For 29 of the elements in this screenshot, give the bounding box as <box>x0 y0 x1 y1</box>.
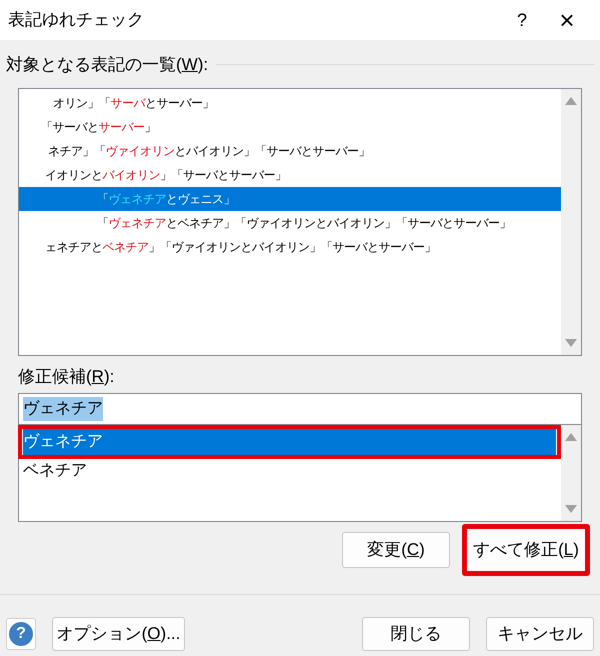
footer-button[interactable]: オプション(O)... <box>52 617 185 651</box>
help-button[interactable]: ? <box>6 618 36 650</box>
footer-button[interactable]: キャンセル <box>486 617 594 651</box>
notation-list[interactable]: オリン」「サーバとサーバー」 「サーバと サーバー」 ネチア」「ヴァイオリン とバイオリン」「サーバとサーバー」 イオリンとバイオリン」「サーバとサーバー」 「ヴェネチア とヴェニス」 「ヴェネチア とベネチア」「ヴァイオリンとバイオリン」「サーバとサーバー」 ェネチアとベネチア」「ヴァイオリンとバイオリン」「サーバとサーバー」 <box>18 88 582 356</box>
scroll-down-arrow-icon[interactable] <box>565 505 577 513</box>
scroll-up-arrow-icon[interactable] <box>565 433 577 441</box>
candidate-item[interactable]: ヴェネチア <box>18 425 561 459</box>
candidate-list[interactable]: ヴェネチア ベネチア <box>18 425 582 522</box>
notation-item[interactable]: イオリンとバイオリン」「サーバとサーバー」 <box>19 162 561 186</box>
notation-item[interactable]: 「サーバと サーバー」 <box>19 114 561 138</box>
scrollbar[interactable] <box>561 88 581 354</box>
notation-item[interactable]: ェネチアとベネチア」「ヴァイオリンとバイオリン」「サーバとサーバー」 <box>19 234 561 258</box>
scrollbar[interactable] <box>561 425 581 521</box>
scroll-up-arrow-icon[interactable] <box>565 96 577 104</box>
candidate-input-field[interactable]: ヴェネチア <box>18 393 582 425</box>
candidate-label: 修正候補(R): <box>17 366 116 388</box>
candidate-item[interactable]: ベネチア <box>19 459 561 483</box>
notation-item[interactable]: 「ヴェネチア とヴェニス」 <box>19 186 561 210</box>
action-button[interactable]: 変更(C) <box>342 532 450 568</box>
notation-item[interactable]: ネチア」「ヴァイオリン とバイオリン」「サーバとサーバー」 <box>19 138 561 162</box>
window-title: 表記ゆれチェック <box>8 9 145 32</box>
scroll-down-arrow-icon[interactable] <box>565 338 577 346</box>
notation-item[interactable]: 「ヴェネチア とベネチア」「ヴァイオリンとバイオリン」「サーバとサーバー」 <box>19 210 561 234</box>
list-label: 対象となる表記の一覧(W): <box>6 54 208 76</box>
notation-item[interactable]: オリン」「サーバとサーバー」 <box>19 90 561 114</box>
help-button[interactable]: ? <box>502 6 542 34</box>
action-button[interactable]: すべて修正(L) <box>462 524 590 576</box>
close-button[interactable]: × <box>542 7 592 33</box>
footer-button[interactable]: 閉じる <box>362 617 470 651</box>
